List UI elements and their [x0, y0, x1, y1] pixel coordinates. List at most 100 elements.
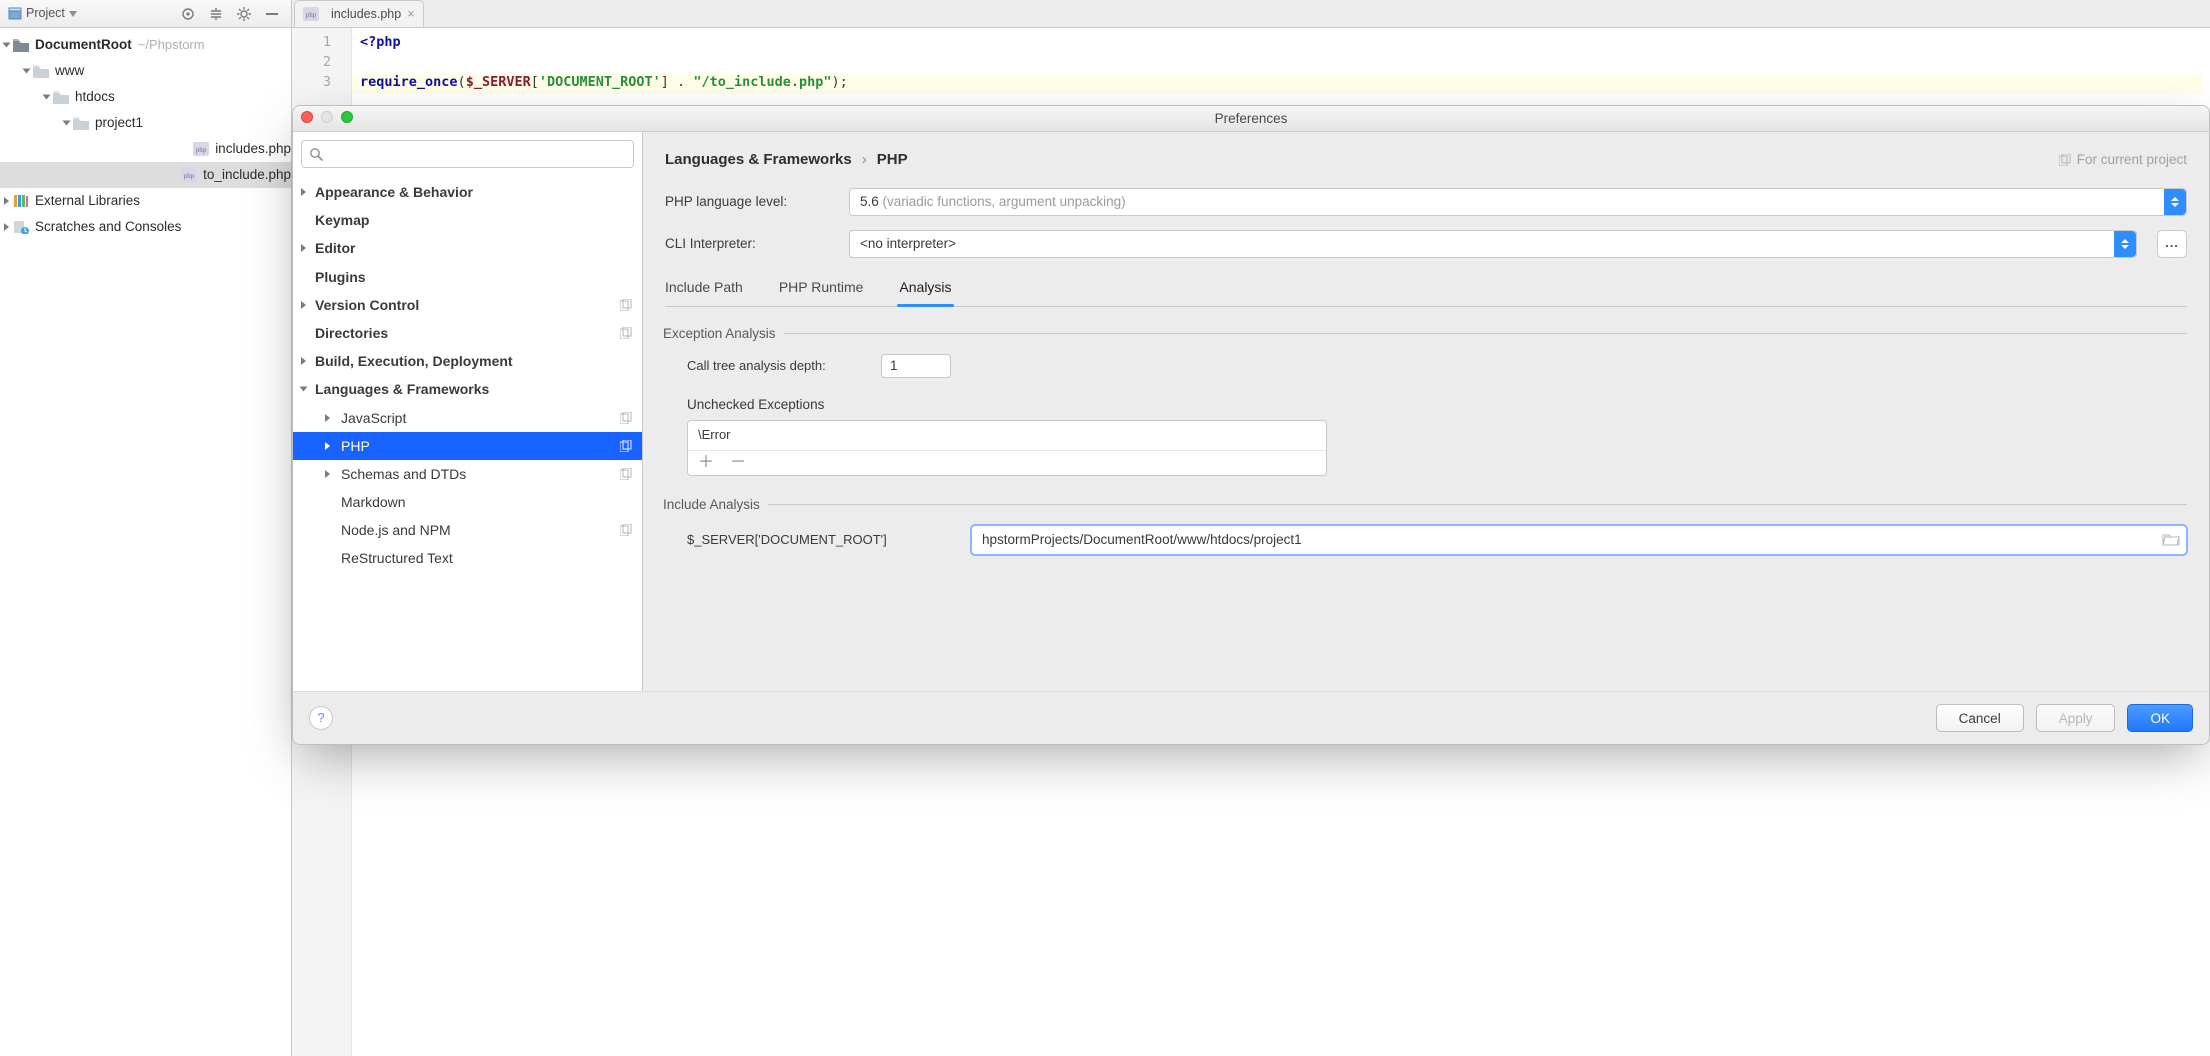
tree-item[interactable]: htdocs [0, 84, 291, 110]
tab-include-path[interactable]: Include Path [665, 272, 743, 306]
tree-file-selected[interactable]: php to_include.php [0, 162, 291, 188]
close-window-icon[interactable] [301, 111, 313, 123]
tree-file[interactable]: php includes.php [0, 136, 291, 162]
add-icon[interactable]: ＋ [698, 455, 714, 471]
apply-button[interactable]: Apply [2036, 704, 2116, 732]
document-root-value: hpstormProjects/DocumentRoot/www/htdocs/… [982, 531, 1302, 549]
settings-category-schemas[interactable]: Schemas and DTDs [293, 460, 642, 488]
tree-root-hint: ~/Phpstorm [138, 37, 205, 54]
project-tree[interactable]: DocumentRoot ~/Phpstorm www htdocs proje [0, 28, 291, 1056]
settings-cat-label: Appearance & Behavior [315, 183, 473, 201]
php-subtabs: Include Path PHP Runtime Analysis [665, 272, 2187, 307]
settings-cat-label: Build, Execution, Deployment [315, 352, 513, 370]
svg-text:php: php [184, 172, 195, 180]
tab-analysis[interactable]: Analysis [899, 272, 951, 306]
tab-php-runtime[interactable]: PHP Runtime [779, 272, 864, 306]
settings-category-node[interactable]: Node.js and NPM [293, 516, 642, 544]
cancel-button[interactable]: Cancel [1936, 704, 2024, 732]
settings-category-php[interactable]: PHP [293, 432, 642, 460]
settings-cat-label: Schemas and DTDs [341, 465, 466, 483]
php-level-select[interactable]: 5.6 (variadic functions, argument unpack… [849, 188, 2187, 216]
dialog-titlebar[interactable]: Preferences [293, 106, 2209, 132]
tree-item-label: External Libraries [35, 192, 140, 210]
settings-category-vcs[interactable]: Version Control [293, 291, 642, 319]
php-level-label: PHP language level: [665, 193, 835, 211]
settings-search-input[interactable] [301, 140, 634, 168]
scratches-icon [13, 220, 29, 234]
settings-category-rst[interactable]: ReStructured Text [293, 544, 642, 572]
settings-category-js[interactable]: JavaScript [293, 404, 642, 432]
unchecked-exceptions-list[interactable]: \Error ＋ － [687, 420, 1327, 476]
document-root-input[interactable]: hpstormProjects/DocumentRoot/www/htdocs/… [971, 525, 2187, 555]
tree-scratches[interactable]: Scratches and Consoles [0, 214, 291, 240]
cli-interpreter-select[interactable]: <no interpreter> [849, 230, 2137, 258]
search-icon [309, 147, 323, 161]
collapse-all-icon[interactable] [205, 3, 227, 25]
breadcrumb-item: PHP [877, 150, 908, 170]
breadcrumb: Languages & Frameworks › PHP For current… [665, 150, 2187, 170]
code-token: ] [661, 74, 669, 90]
call-tree-depth-value: 1 [890, 357, 898, 375]
help-button[interactable]: ? [309, 706, 333, 730]
tree-file-label: includes.php [215, 140, 291, 158]
settings-category-build[interactable]: Build, Execution, Deployment [293, 347, 642, 375]
tree-root[interactable]: DocumentRoot ~/Phpstorm [0, 32, 291, 58]
folder-icon [33, 65, 49, 78]
tree-external-libs[interactable]: External Libraries [0, 188, 291, 214]
gear-icon[interactable] [233, 3, 255, 25]
settings-category-keymap[interactable]: Keymap [293, 206, 642, 234]
copy-icon [620, 440, 632, 452]
breadcrumb-item[interactable]: Languages & Frameworks [665, 150, 852, 170]
settings-cat-label: Languages & Frameworks [315, 380, 489, 398]
code-token: $_SERVER [466, 74, 531, 90]
close-icon[interactable]: × [407, 6, 414, 22]
tree-item[interactable]: www [0, 58, 291, 84]
settings-category-editor[interactable]: Editor [293, 234, 642, 262]
settings-cat-label: Editor [315, 239, 355, 257]
copy-icon [620, 327, 632, 339]
svg-text:php: php [306, 11, 317, 19]
remove-icon[interactable]: － [730, 455, 746, 471]
settings-category-langfw[interactable]: Languages & Frameworks [293, 375, 642, 403]
for-current-project-label: For current project [2059, 151, 2187, 169]
copy-icon [620, 468, 632, 480]
dialog-footer: ? Cancel Apply OK [293, 691, 2209, 744]
tree-item[interactable]: project1 [0, 110, 291, 136]
editor-tab[interactable]: php includes.php × [294, 0, 424, 27]
code-token: . [669, 74, 693, 90]
php-level-hint: (variadic functions, argument unpacking) [883, 193, 1126, 211]
call-tree-depth-input[interactable]: 1 [881, 354, 951, 378]
code-token: ( [458, 74, 466, 90]
settings-tree[interactable]: Appearance & Behavior Keymap Editor Plug… [293, 176, 642, 691]
tree-root-label: DocumentRoot [35, 36, 132, 54]
project-toolwindow-title[interactable]: Project [8, 5, 77, 21]
exception-analysis-group: Exception Analysis Call tree analysis de… [665, 325, 2187, 476]
settings-category-markdown[interactable]: Markdown [293, 488, 642, 516]
code-token: ); [831, 74, 847, 90]
code-token: <?php [360, 34, 401, 50]
php-level-value: 5.6 [860, 193, 879, 211]
code-token: "/to_include.php" [693, 74, 831, 90]
settings-cat-label: Markdown [341, 493, 406, 511]
hide-icon[interactable] [261, 3, 283, 25]
project-toolbar: Project [0, 0, 291, 28]
folder-open-icon[interactable] [2162, 531, 2180, 547]
ok-button[interactable]: OK [2127, 704, 2193, 732]
settings-category-plugins[interactable]: Plugins [293, 263, 642, 291]
zoom-window-icon[interactable] [341, 111, 353, 123]
project-title-label: Project [26, 5, 65, 21]
call-tree-depth-label: Call tree analysis depth: [687, 358, 867, 375]
locate-icon[interactable] [177, 3, 199, 25]
unchecked-exceptions-label: Unchecked Exceptions [687, 396, 2187, 414]
settings-cat-label: Keymap [315, 211, 369, 229]
settings-category-directories[interactable]: Directories [293, 319, 642, 347]
cli-interpreter-browse-button[interactable]: ... [2157, 230, 2187, 258]
list-item[interactable]: \Error [698, 427, 731, 442]
settings-cat-label: Plugins [315, 268, 366, 286]
chevron-down-icon [69, 11, 77, 17]
dropdown-arrow-icon [2114, 231, 2136, 257]
settings-category-appearance[interactable]: Appearance & Behavior [293, 178, 642, 206]
minimize-window-icon[interactable] [321, 111, 333, 123]
include-analysis-group: Include Analysis $_SERVER['DOCUMENT_ROOT… [665, 496, 2187, 570]
dropdown-arrow-icon [2164, 189, 2186, 215]
